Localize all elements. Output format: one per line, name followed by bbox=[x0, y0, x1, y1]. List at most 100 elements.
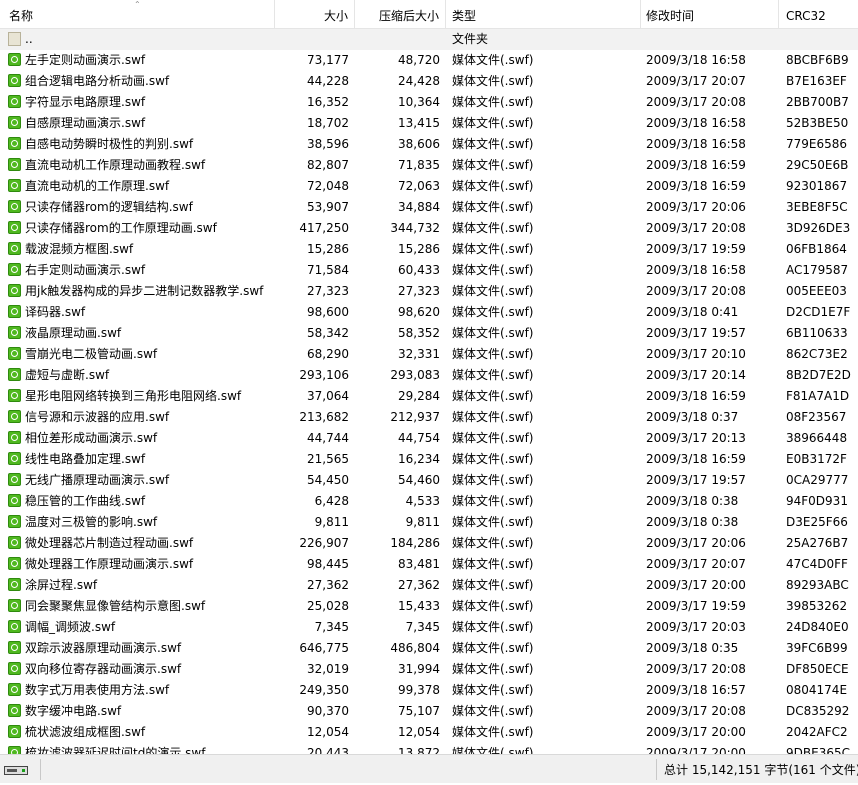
file-row[interactable]: 组合逻辑电路分析动画.swf 44,228 24,428 媒体文件(.swf) 2009… bbox=[0, 71, 858, 92]
file-name: 右手定则动画演示.swf bbox=[25, 263, 146, 277]
column-header-size[interactable]: 大小 bbox=[275, 0, 355, 28]
swf-file-icon bbox=[8, 515, 21, 528]
file-name: 自感原理动画演示.swf bbox=[25, 116, 146, 130]
file-modified: 2009/3/18 16:57 bbox=[646, 683, 746, 697]
file-modified: 2009/3/17 20:00 bbox=[646, 725, 746, 739]
file-size: 98,600 bbox=[307, 305, 349, 319]
file-type: 媒体文件(.swf) bbox=[452, 725, 534, 739]
file-row[interactable]: 直流电动机工作原理动画教程.swf 82,807 71,835 媒体文件(.swf) 2… bbox=[0, 155, 858, 176]
file-type: 媒体文件(.swf) bbox=[452, 53, 534, 67]
column-header-crc32[interactable]: CRC32 bbox=[779, 0, 858, 28]
file-size: 98,445 bbox=[307, 557, 349, 571]
file-packed-size: 13,872 bbox=[398, 746, 440, 754]
file-row[interactable]: 右手定则动画演示.swf 71,584 60,433 媒体文件(.swf) 2009/3… bbox=[0, 260, 858, 281]
file-name: 只读存储器rom的逻辑结构.swf bbox=[25, 200, 193, 214]
file-packed-size: 38,606 bbox=[398, 137, 440, 151]
file-size: 38,596 bbox=[307, 137, 349, 151]
file-row[interactable]: 梳妆滤波器延迟时间td的演示.swf 20,443 13,872 媒体文件(.swf)… bbox=[0, 743, 858, 754]
file-row[interactable]: 数字缓冲电路.swf 90,370 75,107 媒体文件(.swf) 2009/3/1… bbox=[0, 701, 858, 722]
file-packed-size: 99,378 bbox=[398, 683, 440, 697]
file-packed-size: 212,937 bbox=[390, 410, 440, 424]
file-name: 译码器.swf bbox=[25, 305, 86, 319]
file-packed-size: 75,107 bbox=[398, 704, 440, 718]
file-row[interactable]: 左手定则动画演示.swf 73,177 48,720 媒体文件(.swf) 2009/3… bbox=[0, 50, 858, 71]
file-row[interactable]: 线性电路叠加定理.swf 21,565 16,234 媒体文件(.swf) 2009/3… bbox=[0, 449, 858, 470]
file-modified: 2009/3/17 20:06 bbox=[646, 536, 746, 550]
file-crc32: 29C50E6B bbox=[786, 158, 849, 172]
file-type: 媒体文件(.swf) bbox=[452, 704, 534, 718]
file-row[interactable]: 自感原理动画演示.swf 18,702 13,415 媒体文件(.swf) 2009/3… bbox=[0, 113, 858, 134]
file-name: 字符显示电路原理.swf bbox=[25, 95, 146, 109]
status-divider bbox=[656, 759, 657, 780]
file-size: 27,362 bbox=[307, 578, 349, 592]
file-list[interactable]: .. 文件夹 左手定则动画演示.swf 73,177 48,720 媒体文件(.swf… bbox=[0, 29, 858, 754]
file-packed-size: 58,352 bbox=[398, 326, 440, 340]
file-row[interactable]: 数字式万用表使用方法.swf 249,350 99,378 媒体文件(.swf) 200… bbox=[0, 680, 858, 701]
file-name: 虚短与虚断.swf bbox=[25, 368, 110, 382]
file-packed-size: 10,364 bbox=[398, 95, 440, 109]
file-packed-size: 32,331 bbox=[398, 347, 440, 361]
file-row[interactable]: 虚短与虚断.swf 293,106 293,083 媒体文件(.swf) 2009/3/… bbox=[0, 365, 858, 386]
file-row[interactable]: 温度对三极管的影响.swf 9,811 9,811 媒体文件(.swf) 2009/3/… bbox=[0, 512, 858, 533]
file-row[interactable]: 无线广播原理动画演示.swf 54,450 54,460 媒体文件(.swf) 2009… bbox=[0, 470, 858, 491]
file-name: 梳状滤波组成框图.swf bbox=[25, 725, 146, 739]
file-row[interactable]: 双踪示波器原理动画演示.swf 646,775 486,804 媒体文件(.swf) 2… bbox=[0, 638, 858, 659]
file-type: 媒体文件(.swf) bbox=[452, 431, 534, 445]
swf-file-icon bbox=[8, 305, 21, 318]
file-row[interactable]: 只读存储器rom的逻辑结构.swf 53,907 34,884 媒体文件(.swf) 2… bbox=[0, 197, 858, 218]
file-row[interactable]: 字符显示电路原理.swf 16,352 10,364 媒体文件(.swf) 2009/3… bbox=[0, 92, 858, 113]
status-divider bbox=[40, 759, 41, 780]
file-type: 媒体文件(.swf) bbox=[452, 200, 534, 214]
column-header-modified[interactable]: 修改时间 bbox=[641, 0, 779, 28]
file-row[interactable]: 载波混频方框图.swf 15,286 15,286 媒体文件(.swf) 2009/3/… bbox=[0, 239, 858, 260]
swf-file-icon bbox=[8, 242, 21, 255]
file-row[interactable]: 用jk触发器构成的异步二进制记数器教学.swf 27,323 27,323 媒体文件(… bbox=[0, 281, 858, 302]
file-name: 调幅_调频波.swf bbox=[25, 620, 116, 634]
file-size: 646,775 bbox=[299, 641, 349, 655]
file-row[interactable]: 微处理器工作原理动画演示.swf 98,445 83,481 媒体文件(.swf) 20… bbox=[0, 554, 858, 575]
file-packed-size: 486,804 bbox=[390, 641, 440, 655]
parent-folder-row[interactable]: .. 文件夹 bbox=[0, 29, 858, 50]
file-row[interactable]: 液晶原理动画.swf 58,342 58,352 媒体文件(.swf) 2009/3/1… bbox=[0, 323, 858, 344]
drive-icon[interactable] bbox=[4, 766, 28, 775]
swf-file-icon bbox=[8, 746, 21, 754]
file-row[interactable]: 信号源和示波器的应用.swf 213,682 212,937 媒体文件(.swf) 20… bbox=[0, 407, 858, 428]
file-row[interactable]: 微处理器芯片制造过程动画.swf 226,907 184,286 媒体文件(.swf)… bbox=[0, 533, 858, 554]
file-crc32: 47C4D0FF bbox=[786, 557, 848, 571]
file-row[interactable]: 双向移位寄存器动画演示.swf 32,019 31,994 媒体文件(.swf) 200… bbox=[0, 659, 858, 680]
file-row[interactable]: 调幅_调频波.swf 7,345 7,345 媒体文件(.swf) 2009/3/17 … bbox=[0, 617, 858, 638]
file-type: 媒体文件(.swf) bbox=[452, 242, 534, 256]
file-row[interactable]: 只读存储器rom的工作原理动画.swf 417,250 344,732 媒体文件(.s… bbox=[0, 218, 858, 239]
column-header-packed-size[interactable]: 压缩后大小 bbox=[355, 0, 446, 28]
file-row[interactable]: 星形电阻网络转换到三角形电阻网络.swf 37,064 29,284 媒体文件(.sw… bbox=[0, 386, 858, 407]
file-crc32: E0B3172F bbox=[786, 452, 847, 466]
file-row[interactable]: 自感电动势瞬时极性的判别.swf 38,596 38,606 媒体文件(.swf) 20… bbox=[0, 134, 858, 155]
file-modified: 2009/3/17 20:03 bbox=[646, 620, 746, 634]
file-packed-size: 48,720 bbox=[398, 53, 440, 67]
file-row[interactable]: 直流电动机的工作原理.swf 72,048 72,063 媒体文件(.swf) 2009… bbox=[0, 176, 858, 197]
file-size: 72,048 bbox=[307, 179, 349, 193]
file-type: 媒体文件(.swf) bbox=[452, 284, 534, 298]
file-row[interactable]: 相位差形成动画演示.swf 44,744 44,754 媒体文件(.swf) 2009/… bbox=[0, 428, 858, 449]
file-name: 直流电动机的工作原理.swf bbox=[25, 179, 170, 193]
file-row[interactable]: 译码器.swf 98,600 98,620 媒体文件(.swf) 2009/3/18 0… bbox=[0, 302, 858, 323]
file-row[interactable]: 涂屏过程.swf 27,362 27,362 媒体文件(.swf) 2009/3/17 … bbox=[0, 575, 858, 596]
file-packed-size: 16,234 bbox=[398, 452, 440, 466]
file-row[interactable]: 同会聚聚焦显像管结构示意图.swf 25,028 15,433 媒体文件(.swf) 2… bbox=[0, 596, 858, 617]
swf-file-icon bbox=[8, 389, 21, 402]
swf-file-icon bbox=[8, 557, 21, 570]
file-row[interactable]: 雪崩光电二极管动画.swf 68,290 32,331 媒体文件(.swf) 2009/… bbox=[0, 344, 858, 365]
file-modified: 2009/3/17 20:00 bbox=[646, 578, 746, 592]
file-crc32: 89293ABC bbox=[786, 578, 849, 592]
file-row[interactable]: 稳压管的工作曲线.swf 6,428 4,533 媒体文件(.swf) 2009/3/1… bbox=[0, 491, 858, 512]
swf-file-icon bbox=[8, 431, 21, 444]
file-crc32: 52B3BE50 bbox=[786, 116, 849, 130]
file-name: 线性电路叠加定理.swf bbox=[25, 452, 146, 466]
swf-file-icon bbox=[8, 704, 21, 717]
file-type: 媒体文件(.swf) bbox=[452, 263, 534, 277]
column-header-type[interactable]: 类型 bbox=[446, 0, 641, 28]
file-row[interactable]: 梳状滤波组成框图.swf 12,054 12,054 媒体文件(.swf) 2009/3… bbox=[0, 722, 858, 743]
file-size: 58,342 bbox=[307, 326, 349, 340]
file-crc32: 8BCBF6B9 bbox=[786, 53, 849, 67]
swf-file-icon bbox=[8, 158, 21, 171]
